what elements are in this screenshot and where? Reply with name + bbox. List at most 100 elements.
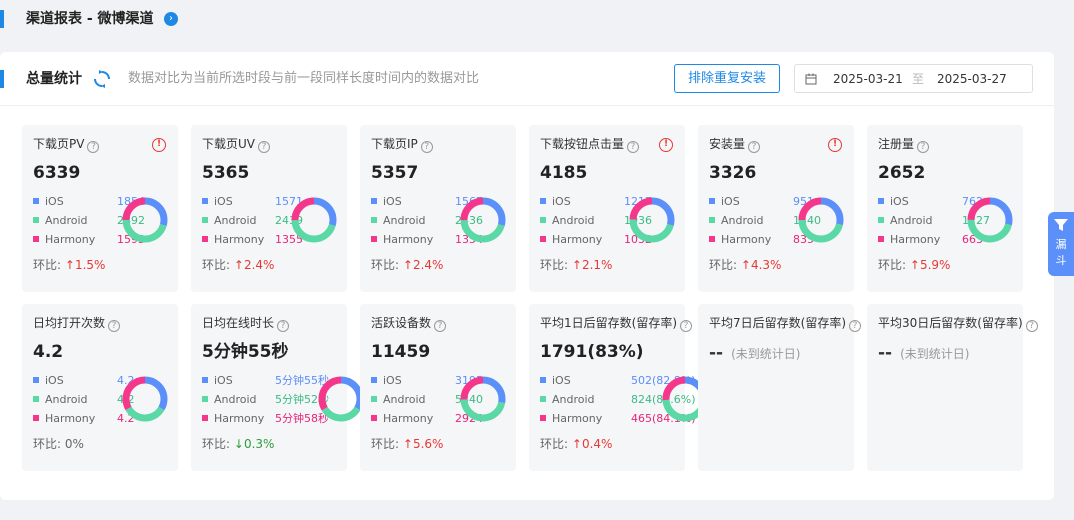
android-legend-dot <box>33 396 39 402</box>
date-range-picker[interactable]: 2025-03-21 至 2025-03-27 <box>794 64 1033 93</box>
harmony-label: Harmony <box>214 412 265 425</box>
android-legend-dot <box>709 217 715 223</box>
trend-arrow-icon: ↑ <box>740 258 751 272</box>
android-legend-dot <box>202 396 208 402</box>
funnel-float-tab[interactable]: 漏 斗 <box>1048 212 1074 276</box>
help-icon[interactable]: ? <box>627 141 640 153</box>
ios-legend-dot <box>33 198 39 204</box>
warning-icon[interactable]: ! <box>659 138 673 152</box>
float-tab-label-2: 斗 <box>1055 254 1067 267</box>
platform-donut-chart <box>291 197 337 243</box>
ratio-line: 环比: ↑2.4% <box>202 258 275 272</box>
harmony-legend-dot <box>33 236 39 242</box>
warning-icon[interactable]: ! <box>152 138 166 152</box>
metric-name: 安装量? <box>709 136 761 153</box>
exclude-duplicate-installs-button[interactable]: 排除重复安装 <box>674 64 780 93</box>
help-icon[interactable]: ? <box>87 141 100 153</box>
page-header: 渠道报表 - 微博渠道 › <box>0 0 1074 40</box>
harmony-label: Harmony <box>552 233 603 246</box>
ios-legend-dot <box>540 198 546 204</box>
harmony-label: Harmony <box>721 233 772 246</box>
ratio-value: ↑2.4% <box>233 258 275 272</box>
harmony-label: Harmony <box>890 233 941 246</box>
android-label: Android <box>383 393 426 406</box>
platform-donut-chart <box>318 376 364 422</box>
metric-value: 5365 <box>202 163 250 183</box>
page-title: 渠道报表 - 微博渠道 <box>26 11 154 27</box>
comparison-description: 数据对比为当前所选时段与前一段同样长度时间内的数据对比 <box>128 71 480 86</box>
ios-label: iOS <box>552 374 571 387</box>
harmony-legend-dot <box>202 415 208 421</box>
android-label: Android <box>45 393 88 406</box>
metric-value: 11459 <box>371 342 431 362</box>
float-tab-label-1: 漏 <box>1055 238 1067 251</box>
ios-label: iOS <box>214 374 233 387</box>
help-icon[interactable]: ? <box>258 141 270 153</box>
funnel-icon <box>1054 219 1068 231</box>
ratio-value: 0% <box>64 437 84 451</box>
android-legend-dot <box>33 217 39 223</box>
ios-legend-dot <box>540 377 546 383</box>
android-label: Android <box>214 393 257 406</box>
metric-name: 平均7日后留存数(留存率)? <box>709 315 861 332</box>
help-icon[interactable]: ? <box>748 141 761 153</box>
panel-header: 总量统计 数据对比为当前所选时段与前一段同样长度时间内的数据对比 排除重复安装 … <box>0 52 1054 106</box>
metric-card: 下载页IP? 5357 iOS 1567 Android 2436 Harmony… <box>360 125 516 292</box>
metric-card: 日均在线时长? 5分钟55秒 iOS 5分钟55秒 Android 5分钟52秒 … <box>191 304 364 471</box>
harmony-legend-dot <box>540 236 546 242</box>
ios-legend-dot <box>371 377 377 383</box>
trend-arrow-icon: ↓ <box>233 437 244 451</box>
help-icon[interactable]: ? <box>108 320 121 332</box>
info-icon[interactable]: › <box>164 12 178 26</box>
trend-arrow-icon: ↑ <box>233 258 244 272</box>
platform-donut-chart <box>122 376 168 422</box>
ratio-line: 环比: ↓0.3% <box>202 437 275 451</box>
help-icon[interactable]: ? <box>849 320 861 332</box>
harmony-legend-dot <box>371 236 377 242</box>
trend-arrow-icon: ↑ <box>909 258 920 272</box>
android-legend-dot <box>202 217 208 223</box>
metric-name: 注册量? <box>878 136 930 153</box>
harmony-label: Harmony <box>45 233 96 246</box>
metric-value: 1791(83%) <box>540 342 644 362</box>
android-legend-dot <box>371 217 377 223</box>
harmony-legend-dot <box>878 236 884 242</box>
metric-value: 4185 <box>540 163 588 183</box>
warning-icon[interactable]: ! <box>828 138 842 152</box>
ratio-line: 环比: 0% <box>33 437 84 451</box>
ios-label: iOS <box>383 195 402 208</box>
ios-legend-dot <box>33 377 39 383</box>
metric-name: 日均在线时长? <box>202 315 290 332</box>
help-icon[interactable]: ? <box>917 141 930 153</box>
android-label: Android <box>721 214 764 227</box>
android-legend-dot <box>371 396 377 402</box>
android-legend-dot <box>540 217 546 223</box>
ratio-line: 环比: ↑2.4% <box>371 258 444 272</box>
metric-value: 6339 <box>33 163 81 183</box>
metric-name: 活跃设备数? <box>371 315 447 332</box>
android-legend-dot <box>878 217 884 223</box>
help-icon[interactable]: ? <box>1025 320 1038 332</box>
help-icon[interactable]: ? <box>434 320 447 332</box>
harmony-label: Harmony <box>383 233 434 246</box>
android-label: Android <box>45 214 88 227</box>
date-start[interactable]: 2025-03-21 <box>833 72 903 86</box>
help-icon[interactable]: ? <box>420 141 433 153</box>
help-icon[interactable]: ? <box>680 320 692 332</box>
ios-label: iOS <box>45 374 64 387</box>
date-end[interactable]: 2025-03-27 <box>937 72 1007 86</box>
trend-arrow-icon: ↑ <box>571 437 582 451</box>
trend-arrow-icon: ↑ <box>402 437 413 451</box>
ios-legend-dot <box>202 198 208 204</box>
ios-legend-dot <box>202 377 208 383</box>
ios-label: iOS <box>721 195 740 208</box>
ratio-line: 环比: ↑2.1% <box>540 258 613 272</box>
metric-name: 下载页IP? <box>371 136 433 153</box>
harmony-legend-dot <box>371 415 377 421</box>
refresh-icon[interactable] <box>93 70 111 88</box>
android-label: Android <box>890 214 933 227</box>
help-icon[interactable]: ? <box>277 320 290 332</box>
metric-name: 平均1日后留存数(留存率)? <box>540 315 692 332</box>
ratio-value: ↑5.9% <box>909 258 951 272</box>
metric-value: 5357 <box>371 163 419 183</box>
